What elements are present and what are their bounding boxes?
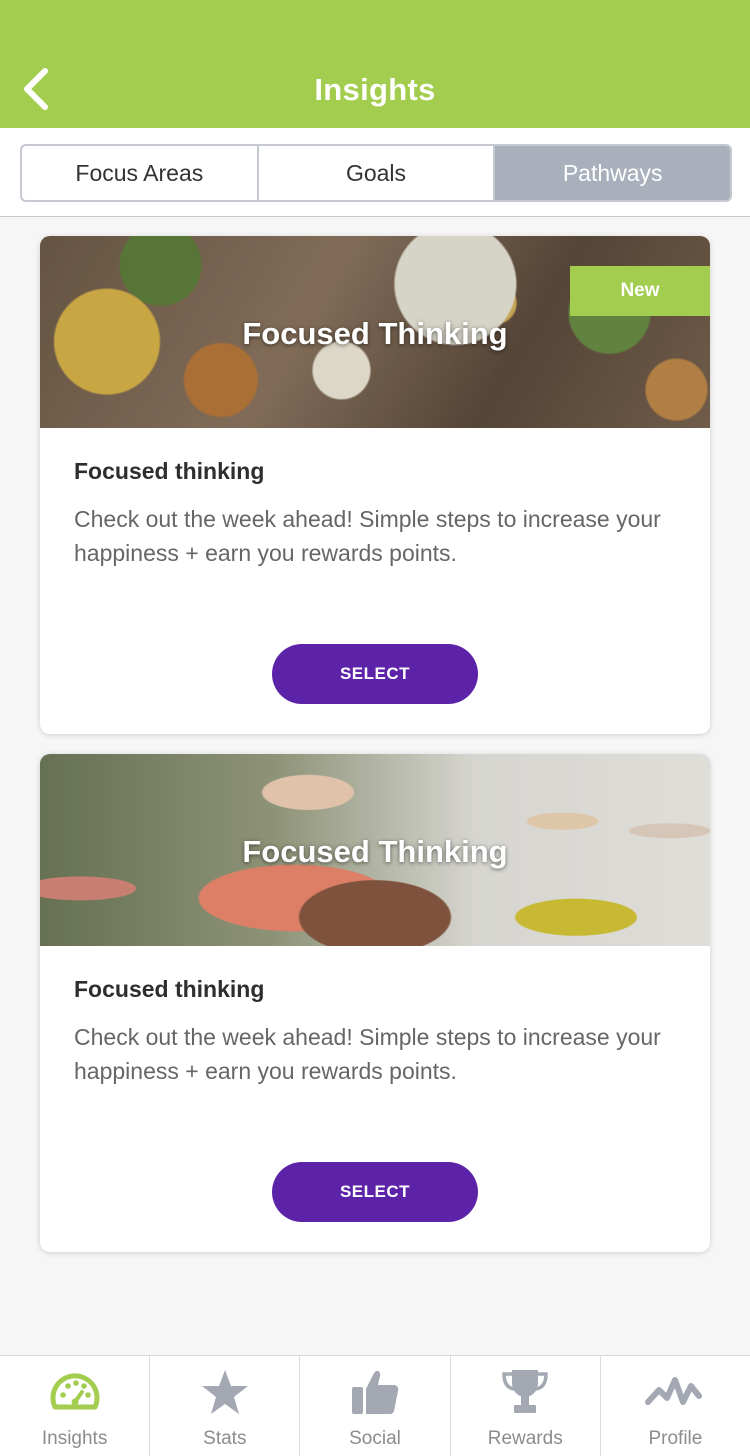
thumbs-up-icon — [352, 1370, 399, 1414]
select-button[interactable]: SELECT — [272, 1162, 478, 1222]
trophy-icon — [502, 1370, 548, 1413]
nav-item-social[interactable]: Social — [299, 1356, 449, 1456]
activity-icon — [645, 1377, 703, 1405]
new-badge: New — [570, 266, 710, 316]
nav-item-insights[interactable]: Insights — [0, 1356, 149, 1456]
card-image[interactable]: Focused Thinking New — [40, 236, 710, 428]
tab-focus-areas[interactable]: Focus Areas — [22, 146, 257, 200]
card-title: Focused thinking — [74, 976, 265, 1002]
nav-label: Stats — [203, 1428, 247, 1449]
gauge-icon — [50, 1373, 100, 1410]
card-description: Check out the week ahead! Simple steps t… — [74, 1024, 661, 1084]
select-button[interactable]: SELECT — [272, 644, 478, 704]
nav-label: Rewards — [487, 1428, 563, 1449]
nav-label: Profile — [648, 1428, 703, 1449]
header-bar: Insights — [0, 0, 750, 128]
bottom-tab-bar: Insights Stats Social Rewards Profile — [0, 1355, 750, 1456]
app-screen: Insights Focus Areas Goals Pathways Focu… — [0, 0, 750, 1456]
image-caption: Focused Thinking — [242, 316, 508, 351]
tab-pathways[interactable]: Pathways — [493, 146, 730, 200]
star-icon — [201, 1370, 248, 1414]
image-caption: Focused Thinking — [242, 834, 508, 869]
card-image[interactable]: Focused Thinking — [40, 754, 710, 946]
pathway-card: Focused Thinking Focused thinking Check … — [40, 754, 710, 1252]
segmented-control: Focus Areas Goals Pathways — [20, 144, 732, 202]
nav-label: Social — [349, 1428, 401, 1449]
nav-label: Insights — [41, 1428, 108, 1449]
nav-item-rewards[interactable]: Rewards — [449, 1356, 600, 1456]
pathway-card: Focused Thinking New Focused thinking Ch… — [40, 236, 710, 734]
nav-item-profile[interactable]: Profile — [599, 1356, 750, 1456]
tabs-bar: Focus Areas Goals Pathways — [0, 128, 750, 217]
card-description: Check out the week ahead! Simple steps t… — [74, 506, 661, 566]
tab-goals[interactable]: Goals — [256, 146, 494, 200]
page-title: Insights — [314, 72, 436, 107]
nav-item-stats[interactable]: Stats — [149, 1356, 299, 1456]
card-title: Focused thinking — [74, 458, 265, 484]
